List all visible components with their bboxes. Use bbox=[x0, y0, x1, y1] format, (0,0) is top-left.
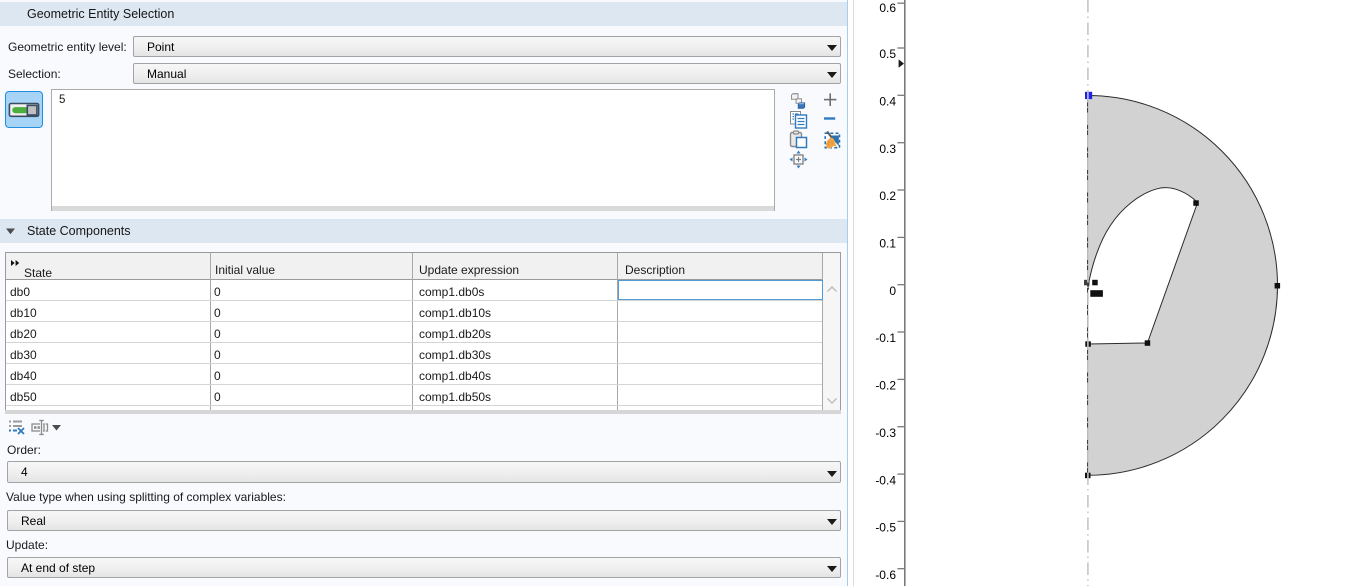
svg-text:-0.6: -0.6 bbox=[875, 568, 896, 582]
svg-text:0.3: 0.3 bbox=[879, 142, 896, 156]
svg-text:0: 0 bbox=[889, 284, 896, 298]
svg-text:-0.2: -0.2 bbox=[875, 379, 896, 393]
svg-text:-0.1: -0.1 bbox=[875, 331, 896, 345]
svg-text:-0.5: -0.5 bbox=[875, 521, 896, 535]
svg-text:-0.3: -0.3 bbox=[875, 426, 896, 440]
svg-text:0.4: 0.4 bbox=[879, 95, 896, 109]
svg-text:0.1: 0.1 bbox=[879, 237, 896, 251]
svg-text:0.2: 0.2 bbox=[879, 189, 896, 203]
svg-text:-0.4: -0.4 bbox=[875, 473, 896, 487]
svg-text:0.5: 0.5 bbox=[879, 47, 896, 61]
svg-text:0.6: 0.6 bbox=[879, 1, 896, 15]
